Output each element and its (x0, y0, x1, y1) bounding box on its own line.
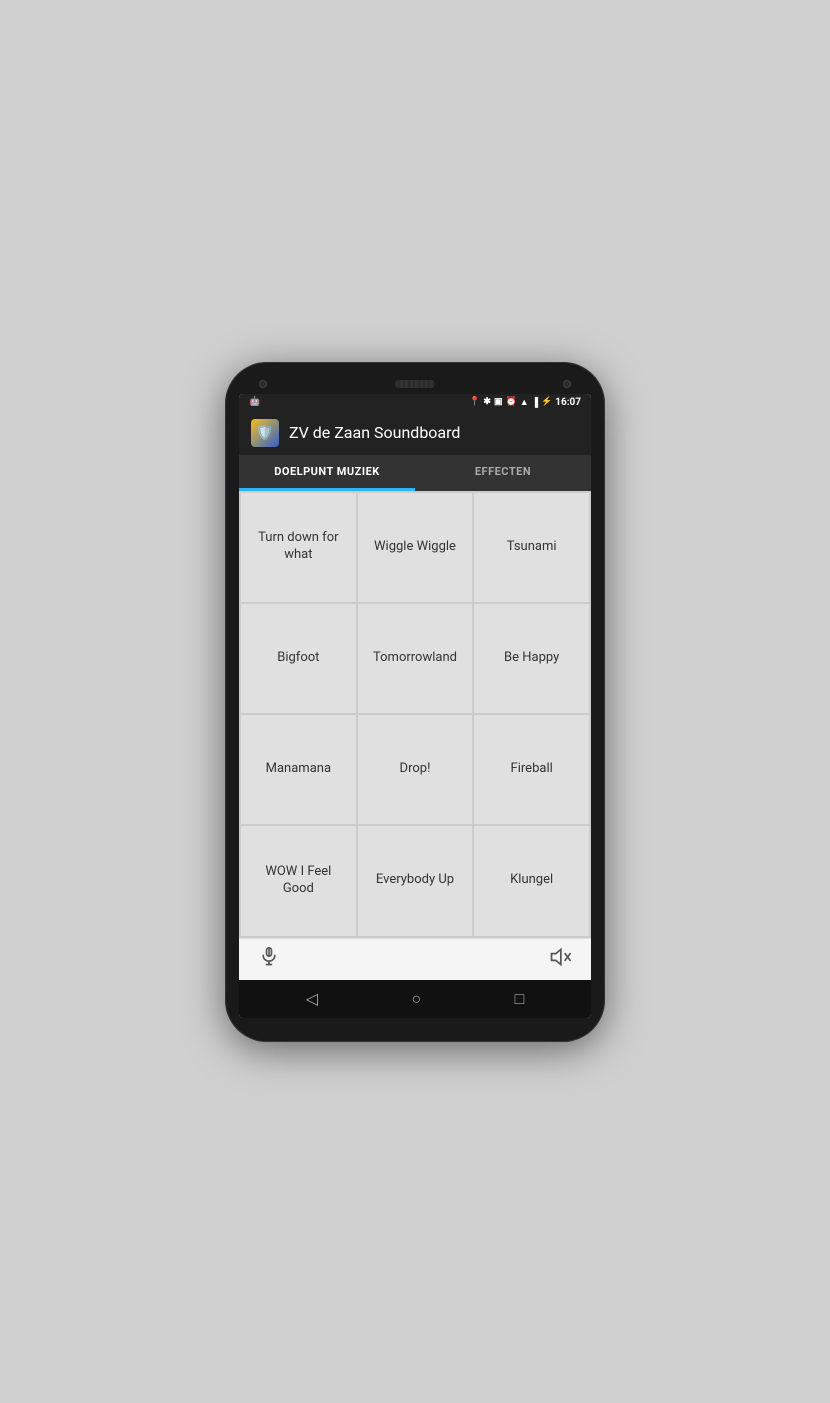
phone-bottom-space (239, 1018, 591, 1028)
sound-button-2[interactable]: Wiggle Wiggle (358, 493, 473, 602)
app-title: ZV de Zaan Soundboard (289, 423, 460, 442)
home-button[interactable]: ○ (411, 989, 421, 1009)
sound-button-9[interactable]: Fireball (474, 715, 589, 824)
tab-bar: DOELPUNT MUZIEK EFFECTEN (239, 455, 591, 491)
sensor-dot (563, 380, 571, 388)
sound-button-11[interactable]: Everybody Up (358, 826, 473, 935)
mic-icon[interactable] (259, 947, 279, 972)
sound-button-10[interactable]: WOW I Feel Good (241, 826, 356, 935)
alarm-icon: ⏰ (505, 397, 516, 407)
phone-top-hardware (239, 376, 591, 394)
back-button[interactable]: ◁ (306, 989, 318, 1008)
location-icon: 📍 (469, 397, 480, 407)
sound-button-4[interactable]: Bigfoot (241, 604, 356, 713)
android-icon: 🤖 (249, 397, 260, 407)
time-display: 16:07 (555, 397, 581, 408)
sound-button-1[interactable]: Turn down for what (241, 493, 356, 602)
phone-device: 🤖 📍 ✱ ▣ ⏰ ▲ ▐ ⚡ 16:07 🛡️ ZV de Zaan Soun… (225, 362, 605, 1042)
app-icon: 🛡️ (251, 419, 279, 447)
status-right: 📍 ✱ ▣ ⏰ ▲ ▐ ⚡ 16:07 (469, 397, 581, 408)
vibrate-icon: ▣ (494, 397, 503, 407)
camera-dot (259, 380, 267, 388)
phone-screen: 🤖 📍 ✱ ▣ ⏰ ▲ ▐ ⚡ 16:07 🛡️ ZV de Zaan Soun… (239, 394, 591, 1018)
recents-button[interactable]: □ (515, 989, 525, 1009)
battery-icon: ⚡ (541, 397, 552, 407)
app-bar: 🛡️ ZV de Zaan Soundboard (239, 411, 591, 455)
signal-icon: ▐ (532, 397, 538, 408)
mute-icon[interactable] (549, 947, 571, 972)
sound-button-12[interactable]: Klungel (474, 826, 589, 935)
status-bar: 🤖 📍 ✱ ▣ ⏰ ▲ ▐ ⚡ 16:07 (239, 394, 591, 411)
bluetooth-icon: ✱ (483, 397, 491, 407)
app-icon-emoji: 🛡️ (256, 425, 273, 441)
nav-bar: ◁ ○ □ (239, 980, 591, 1018)
sound-button-5[interactable]: Tomorrowland (358, 604, 473, 713)
sound-button-6[interactable]: Be Happy (474, 604, 589, 713)
bottom-action-bar (239, 938, 591, 980)
tab-effecten[interactable]: EFFECTEN (415, 455, 591, 491)
wifi-icon: ▲ (520, 397, 529, 408)
sound-button-3[interactable]: Tsunami (474, 493, 589, 602)
sound-button-7[interactable]: Manamana (241, 715, 356, 824)
sound-grid: Turn down for what Wiggle Wiggle Tsunami… (239, 491, 591, 938)
sound-button-8[interactable]: Drop! (358, 715, 473, 824)
tab-doelpunt[interactable]: DOELPUNT MUZIEK (239, 455, 415, 491)
status-left: 🤖 (249, 397, 260, 407)
speaker-grill (395, 380, 435, 388)
